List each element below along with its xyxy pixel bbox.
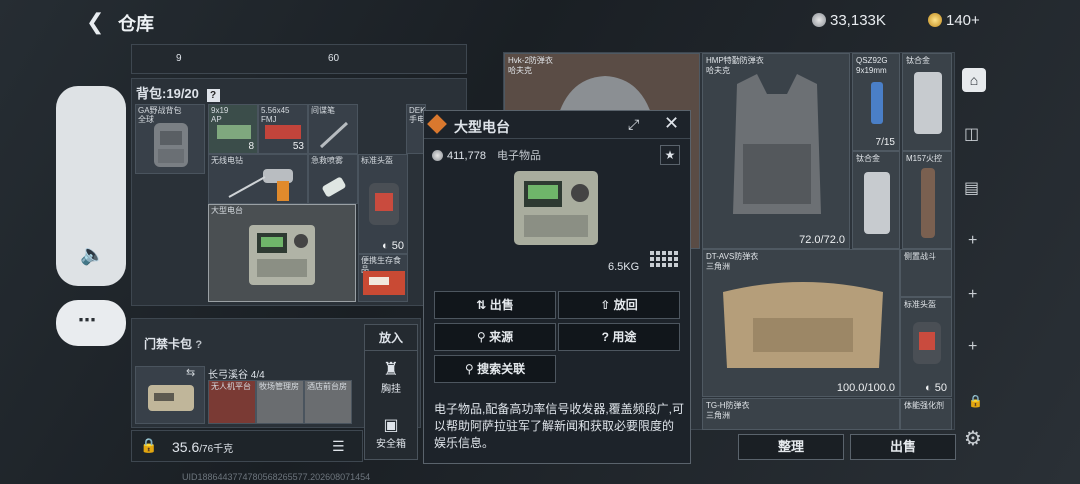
shield-icon: ◐ (382, 240, 389, 252)
ammo-box-icon (265, 125, 301, 139)
gear-titanium-2[interactable]: 钛合金 (852, 151, 900, 249)
plate-icon (864, 172, 890, 234)
item-large-radio[interactable]: 大型电台 (208, 204, 356, 302)
ammo-box-icon (217, 125, 251, 139)
top-row: 9 60 (131, 44, 467, 74)
gear-standard-helmet[interactable]: 标准头盔 ◐ 50 (900, 297, 952, 397)
top-bar: ❮ 仓库 33,133K 140+ (0, 0, 1080, 44)
item-ammo-556[interactable]: 5.56x45 FMJ 53 (258, 104, 308, 154)
put-safe-box[interactable]: ▣ 安全箱 (365, 415, 417, 450)
popup-value: 411,778 电子物品 (432, 147, 541, 163)
plate-icon (914, 72, 942, 134)
item-ammo-9x19[interactable]: 9x19 AP 8 (208, 104, 258, 154)
expand-storage-icon[interactable]: ◫ (964, 124, 979, 144)
vest-icon: ♜ (382, 359, 400, 379)
storage-tab-icon[interactable]: ▤ (964, 178, 979, 198)
keycard-2[interactable]: 牧场管理房 (256, 380, 304, 424)
popup-search-related-button[interactable]: ⚲ 搜索关联 (434, 355, 556, 383)
keycard-case-icon (148, 385, 194, 411)
item-quality-icon (427, 114, 447, 134)
keycard-3[interactable]: 酒店前台房 (304, 380, 352, 424)
warehouse-icon[interactable]: ⌂ (962, 68, 986, 92)
keycard-map: 长弓溪谷 4/4 (208, 370, 265, 381)
weight-value: 35.6/76千克 (172, 439, 234, 455)
upload-icon: ⇧ (600, 298, 611, 312)
gold-currency[interactable]: 140+ (928, 12, 980, 29)
add-tab-3-icon[interactable]: + (968, 338, 977, 356)
gear-armor-dt-avs[interactable]: DT-AVS防弹衣 三角洲 100.0/100.0 (702, 249, 900, 397)
sort-button[interactable]: 整理 (738, 434, 844, 460)
spray-icon (322, 177, 346, 197)
silver-coin-icon (432, 150, 443, 161)
item-spy-pen[interactable]: 间谍笔 (308, 104, 358, 154)
armor-vest-icon (733, 74, 821, 214)
lock-icon[interactable]: 🔒 (140, 437, 157, 454)
swap-icon[interactable]: ⇆ (186, 366, 195, 379)
grid-size-icon (650, 251, 678, 267)
shield-icon: ◐ (925, 382, 932, 394)
backpack-icon (154, 123, 188, 167)
weight-bar: 🔒 35.6/76千克 ☰ (131, 430, 363, 462)
case-icon: ▣ (383, 417, 399, 434)
item-survival-food[interactable]: 便携生存食品 (358, 254, 408, 302)
list-icon[interactable]: ☰ (332, 438, 345, 455)
help-icon[interactable]: ? (206, 89, 220, 102)
gear-armor-tg-h[interactable]: TG-H防弹衣 三角洲 (702, 398, 900, 430)
sell-all-button[interactable]: 出售 (850, 434, 956, 460)
gear-pistol[interactable]: QSZ92G 9x19mm 7/15 (852, 53, 900, 151)
item-drill[interactable]: 无线电钻 (208, 154, 308, 204)
food-pack-icon (363, 271, 405, 295)
popup-header: 大型电台 ⤢ ✕ (424, 111, 690, 139)
keycard-label: 门禁卡包 ? (144, 337, 203, 351)
popup-sell-button[interactable]: ⇅ 出售 (434, 291, 556, 319)
radio-icon (514, 171, 598, 245)
item-ga-bag[interactable]: GA野战背包 全球 (135, 104, 205, 174)
more-options-button[interactable]: ⋯ (56, 300, 126, 346)
pistol-icon (871, 82, 883, 124)
plate-carrier-icon (723, 282, 883, 368)
put-chest-rig[interactable]: ♜ 胸挂 (365, 359, 417, 395)
radio-icon (249, 225, 315, 285)
gear-m157-scope[interactable]: M157火控 (902, 151, 952, 249)
close-icon[interactable]: ✕ (664, 113, 679, 134)
popup-usage-button[interactable]: ? 用途 (558, 323, 680, 351)
question-icon: ? (601, 330, 609, 344)
settings-gear-icon[interactable]: ⚙ (964, 426, 982, 451)
gear-stamina-booster[interactable]: 体能强化剂 (900, 398, 952, 430)
silver-currency: 33,133K (812, 12, 886, 29)
back-arrow-icon[interactable]: ❮ (86, 9, 104, 35)
gold-coin-icon (928, 13, 942, 27)
put-menu: 放入 ♜ 胸挂 ▣ 安全箱 (364, 324, 418, 460)
gear-armor-hmp[interactable]: HMP特勤防弹衣 哈夫克 72.0/72.0 (702, 53, 850, 249)
popup-put-back-button[interactable]: ⇧ 放回 (558, 291, 680, 319)
popup-source-button[interactable]: ⚲ 来源 (434, 323, 556, 351)
page-title: 仓库 (118, 14, 154, 34)
drill-icon (228, 169, 293, 201)
item-detail-popup: 大型电台 ⤢ ✕ 411,778 电子物品 ★ 6.5KG ⇅ 出售 ⇧ 放回 … (423, 110, 691, 464)
gear-side-combat[interactable]: 侧置战斗 (900, 249, 952, 297)
item-first-aid-spray[interactable]: 急救喷雾 (308, 154, 358, 204)
helmet-icon (913, 322, 941, 364)
silver-coin-icon (812, 13, 826, 27)
helmet-icon (369, 183, 399, 225)
backpack-label: 背包:19/20 ? (136, 83, 220, 102)
pen-icon (319, 121, 349, 149)
search-icon: ⚲ (464, 362, 474, 376)
search-icon: ⚲ (476, 330, 486, 344)
add-tab-1-icon[interactable]: + (968, 232, 977, 250)
lock-tab-icon[interactable]: 🔒 (968, 394, 983, 408)
scope-icon (921, 168, 935, 238)
item-standard-helmet[interactable]: 标准头盔 ◐ 50 (358, 154, 408, 254)
gear-titanium-1[interactable]: 钛合金 (902, 53, 952, 151)
more-dots-icon: ⋯ (78, 310, 96, 330)
collapse-icon[interactable]: ⤢ (628, 116, 639, 133)
keycard-1[interactable]: 无人机平台 (208, 380, 256, 424)
floating-toolbar: 🔈 (56, 86, 126, 286)
sell-icon: ⇅ (476, 298, 487, 312)
volume-icon[interactable]: 🔈 (80, 242, 105, 267)
add-tab-2-icon[interactable]: + (968, 286, 977, 304)
favorite-star-icon[interactable]: ★ (660, 145, 680, 165)
